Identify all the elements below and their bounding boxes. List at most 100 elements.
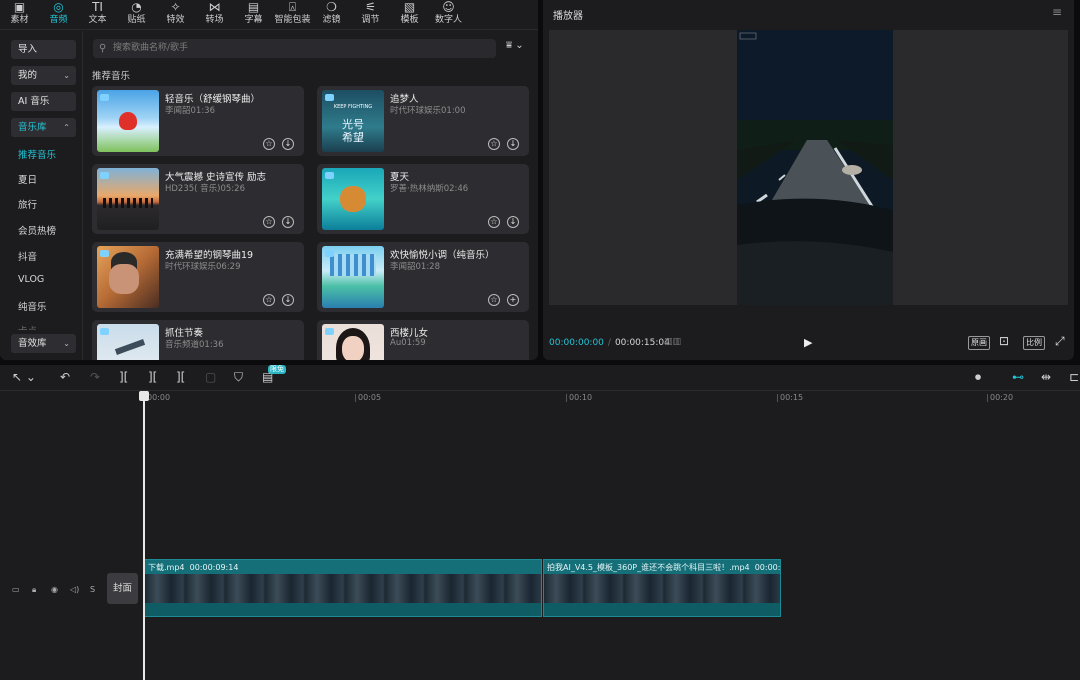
tab-transition[interactable]: ⋈ 转场 [195,0,234,30]
menu-icon[interactable]: ≡ [1052,5,1062,19]
favorite-icon[interactable]: ☆ [263,138,275,150]
tab-subtitle[interactable]: ▤ 字幕 [234,0,273,30]
select-tool-icon[interactable]: ↖ ⌄ [12,370,36,384]
link-icon[interactable]: ⊷ [1012,370,1024,384]
sidebar-item-beat[interactable]: 卡点 [18,323,37,330]
original-quality-button[interactable]: 原画 [968,336,990,350]
undo-icon[interactable]: ↶ [60,370,70,384]
favorite-icon[interactable]: ☆ [488,138,500,150]
tab-filter[interactable]: ❍ 滤镜 [312,0,351,30]
tab-adjust[interactable]: ⚟ 调节 [351,0,390,30]
download-icon[interactable]: ↓ [282,216,294,228]
favorite-icon[interactable]: ☆ [263,216,275,228]
split-left-icon[interactable]: ][ [148,370,157,384]
album-cover [322,168,384,230]
snap-icon[interactable]: ⇹ [1041,370,1051,384]
adjust-icon: ⚟ [365,0,376,14]
volume-icon[interactable]: ◁) [70,585,79,594]
chevron-up-icon: ⌃ [63,123,70,132]
redo-icon[interactable]: ↷ [90,370,100,384]
add-icon[interactable]: + [507,294,519,306]
download-icon[interactable]: ↓ [507,138,519,150]
sidebar-item-vlog[interactable]: VLOG [18,274,44,285]
screenshot-icon[interactable]: ⊡ [999,334,1009,348]
sidebar-item-vip-hot[interactable]: 会员热榜 [18,223,56,237]
clip-waveform [145,603,541,616]
play-button[interactable]: ▶ [804,336,812,349]
shield-icon[interactable]: ⛉ [234,370,243,385]
delete-icon[interactable]: ▢ [205,370,216,384]
ai-music-button[interactable]: AI 音乐 [11,92,76,111]
download-icon[interactable]: ↓ [282,138,294,150]
player-title: 播放器 [553,11,583,22]
tab-smart-pack[interactable]: ⍓ 智能包装 [273,0,312,30]
level-bars-icon: ▥▥ [664,337,682,347]
solo-button[interactable]: S [90,585,95,594]
timecode: 00:00:00:00/00:00:15:04 [549,338,670,348]
music-card[interactable]: 抓住节奏 音乐频道01:36 [92,320,304,360]
mine-dropdown[interactable]: 我的 ⌄ [11,66,76,85]
video-clip[interactable]: 拍我AI_V4.5_模板_360P_谁还不会跳个科目三啦！.mp4 00:00:… [543,559,781,617]
microphone-icon[interactable]: ⏺ [975,370,981,385]
sidebar-item-recommended[interactable]: 推荐音乐 [18,147,56,161]
playhead[interactable] [139,391,149,680]
playhead-handle[interactable] [139,391,149,401]
favorite-icon[interactable]: ☆ [263,294,275,306]
ratio-button[interactable]: 比例 [1023,336,1045,350]
subtitle-icon: ▤ [247,0,260,14]
timeline-panel: ↖ ⌄ ↶ ↷ ][ ][ ][ ▢ ⛉ ▤ 限免 ⏺ ⊷ ⇹ ⊏ 00:00 … [0,365,1080,680]
favorite-icon[interactable]: ☆ [488,294,500,306]
tab-audio[interactable]: ◎ 音频 [39,0,78,30]
sidebar-item-douyin[interactable]: 抖音 [18,249,37,263]
section-title: 推荐音乐 [92,71,131,82]
tab-template[interactable]: ▧ 模板 [390,0,429,30]
tab-sticker[interactable]: ◔ 贴纸 [117,0,156,30]
download-icon[interactable]: ↓ [507,216,519,228]
template-icon: ▧ [403,0,416,14]
music-card[interactable]: 欢快愉悦小调（纯音乐） 李闻韶01:28 ☆ + [317,242,529,312]
favorite-icon[interactable]: ☆ [488,216,500,228]
import-button[interactable]: 导入 [11,40,76,59]
album-cover [97,90,159,152]
tab-effects[interactable]: ✧ 特效 [156,0,195,30]
filter-sort-button[interactable]: ⩸ ⌄ [506,40,524,51]
sfx-library-dropdown[interactable]: 音效库 ⌄ [11,334,76,353]
music-card[interactable]: 充满希望的钢琴曲19 时代环球娱乐06:29 ☆ ↓ [92,242,304,312]
eye-icon[interactable]: ◉ [51,585,58,594]
tab-text[interactable]: TI 文本 [78,0,117,30]
album-cover [97,246,159,308]
filter-icon: ⩸ [506,40,513,51]
video-clip[interactable]: 下载.mp4 00:00:09:14 [144,559,542,617]
digital-human-icon: ☺ [442,0,455,14]
preview-axis-icon[interactable]: ⊏ [1069,370,1079,384]
tab-digital-human[interactable]: ☺ 数字人 [429,0,468,30]
album-cover [322,324,384,360]
sidebar-item-travel[interactable]: 旅行 [18,197,37,211]
library-sidebar: 导入 我的 ⌄ AI 音乐 音乐库 ⌃ 推荐音乐 夏日 旅行 会员热榜 抖音 VLO… [0,31,83,360]
search-icon: ⚲ [99,43,107,54]
fullscreen-icon[interactable]: ⤢ [1055,334,1065,349]
music-card[interactable]: 轻音乐（舒缓钢琴曲） 李闻韶01:36 ☆ ↓ [92,86,304,156]
music-card[interactable]: 西楼儿女 Au01:59 [317,320,529,360]
category-toolbar: ▣ 素材 ◎ 音频 TI 文本 ◔ 贴纸 ✧ 特效 ⋈ 转场 ▤ 字幕 ⍓ 智能包装 ❍ 滤镜 ⚟… [0,0,538,30]
tab-media[interactable]: ▣ 素材 [0,0,39,30]
filter-icon: ❍ [326,0,337,14]
sidebar-item-pure-music[interactable]: 纯音乐 [18,299,47,313]
music-library-dropdown[interactable]: 音乐库 ⌃ [11,118,76,137]
search-input[interactable]: ⚲ 搜索歌曲名称/歌手 [93,39,496,58]
time-ruler[interactable]: 00:00 00:05 00:10 00:15 00:20 [144,392,1080,404]
album-cover: KEEP FIGHTING 光号 希望 [322,90,384,152]
music-card[interactable]: KEEP FIGHTING 光号 希望 追梦人 时代环球娱乐01:00 ☆ ↓ [317,86,529,156]
library-panel: ▣ 素材 ◎ 音频 TI 文本 ◔ 贴纸 ✧ 特效 ⋈ 转场 ▤ 字幕 ⍓ 智能包装 ❍ 滤镜 ⚟… [0,0,538,360]
sidebar-item-summer[interactable]: 夏日 [18,172,37,186]
download-icon[interactable]: ↓ [282,294,294,306]
split-icon[interactable]: ][ [119,370,128,384]
music-card[interactable]: 夏天 罗善·热林纳斯02:46 ☆ ↓ [317,164,529,234]
clip-thumbnails [544,574,780,604]
clip-thumbnails [145,574,541,604]
music-card[interactable]: 大气震撼 史诗宣传 励志 HD235( 音乐)05:26 ☆ ↓ [92,164,304,234]
lock-icon[interactable]: 🔒︎ [32,585,36,595]
split-right-icon[interactable]: ][ [176,370,185,384]
smart-pack-icon: ⍓ [288,0,297,14]
cover-button[interactable]: 封面 [107,573,138,604]
